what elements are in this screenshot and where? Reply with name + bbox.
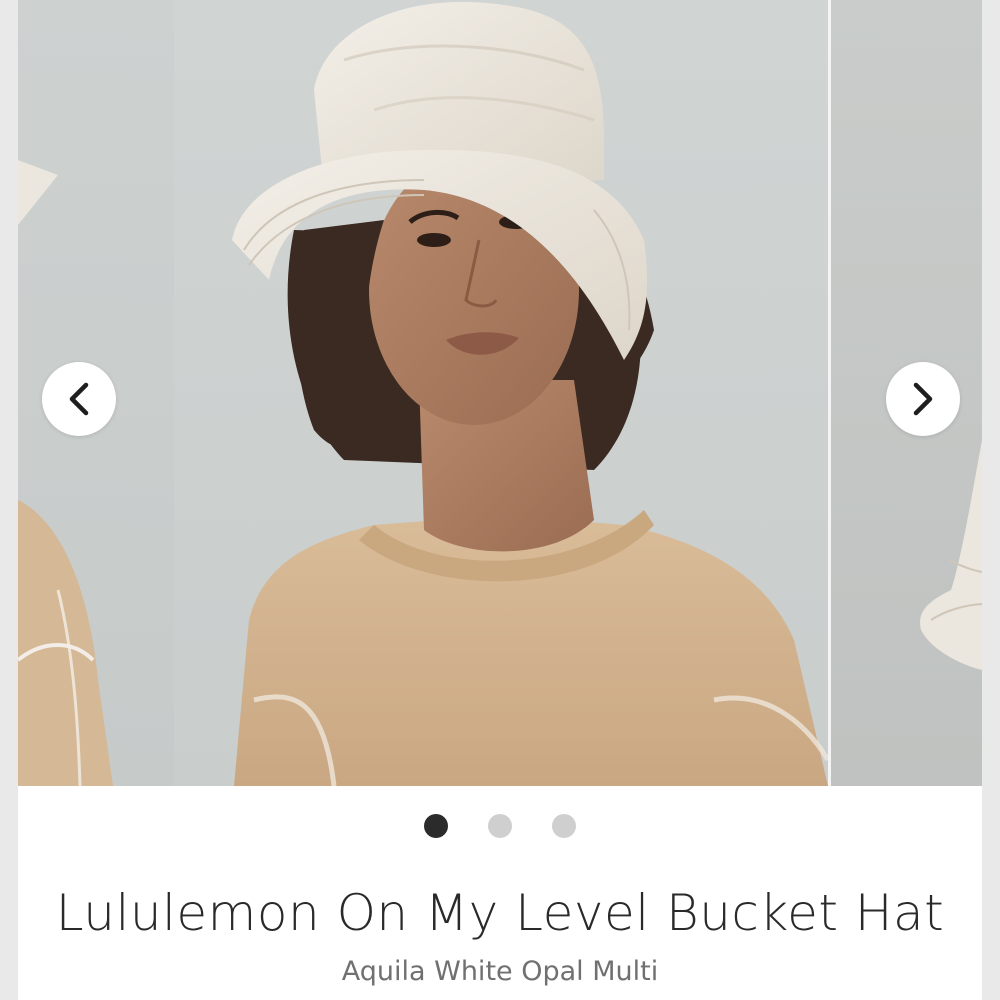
image-carousel[interactable] <box>18 0 982 786</box>
carousel-pagination <box>18 814 982 838</box>
carousel-dot-2[interactable] <box>488 814 512 838</box>
carousel-dot-1[interactable] <box>424 814 448 838</box>
carousel-slide-active[interactable] <box>174 0 828 786</box>
carousel-prev-button[interactable] <box>42 362 116 436</box>
chevron-left-icon <box>69 382 89 416</box>
chevron-right-icon <box>913 382 933 416</box>
carousel-next-button[interactable] <box>886 362 960 436</box>
product-color-name: Aquila White Opal Multi <box>341 956 659 987</box>
product-card: Lululemon On My Level Bucket Hat Aquila … <box>18 0 982 1000</box>
product-title: Lululemon On My Level Bucket Hat <box>55 884 945 942</box>
product-photo-main <box>232 1 828 786</box>
carousel-dot-3[interactable] <box>552 814 576 838</box>
